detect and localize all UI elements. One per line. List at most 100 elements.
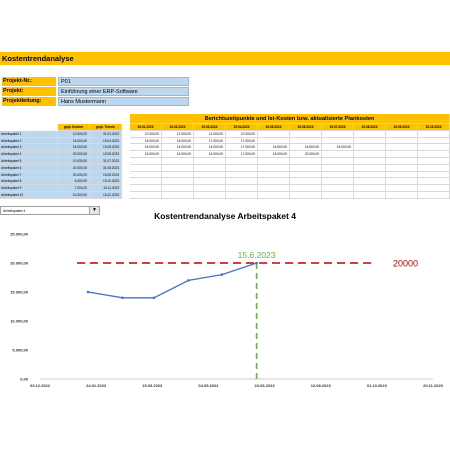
- planned-date-cell[interactable]: 15.09.2023: [90, 171, 122, 179]
- cost-cell[interactable]: [322, 151, 354, 158]
- cost-cell[interactable]: [418, 185, 450, 192]
- cost-cell[interactable]: [418, 171, 450, 179]
- cost-cell[interactable]: 14.000,00: [162, 144, 194, 152]
- info-value[interactable]: P01: [58, 77, 189, 86]
- planned-date-cell[interactable]: 31.01.2023: [90, 130, 122, 138]
- cost-cell[interactable]: [130, 178, 162, 186]
- cost-cell[interactable]: 15.000,00: [130, 151, 162, 158]
- cost-cell[interactable]: [130, 192, 162, 199]
- planned-cost-cell[interactable]: 5.000,00: [58, 178, 90, 186]
- cost-cell[interactable]: 18.000,00: [258, 151, 290, 158]
- cost-cell[interactable]: [418, 151, 450, 158]
- cost-cell[interactable]: 15.000,00: [130, 137, 162, 145]
- cost-cell[interactable]: 14.000,00: [194, 151, 226, 158]
- cost-cell[interactable]: [130, 164, 162, 172]
- cost-cell[interactable]: [258, 137, 290, 145]
- planned-date-cell[interactable]: 15.04.2023: [90, 137, 122, 145]
- cost-cell[interactable]: [386, 130, 418, 138]
- cost-cell[interactable]: [226, 164, 258, 172]
- cost-cell[interactable]: [386, 185, 418, 192]
- cost-cell[interactable]: [322, 185, 354, 192]
- cost-cell[interactable]: [290, 158, 322, 165]
- cost-cell[interactable]: 11.000,00: [194, 130, 226, 138]
- cost-cell[interactable]: [386, 137, 418, 145]
- cost-cell[interactable]: [386, 158, 418, 165]
- cost-cell[interactable]: [194, 185, 226, 192]
- cost-cell[interactable]: 14.000,00: [162, 151, 194, 158]
- cost-cell[interactable]: [226, 185, 258, 192]
- cost-cell[interactable]: [290, 178, 322, 186]
- cost-cell[interactable]: 15.000,00: [322, 144, 354, 152]
- planned-cost-cell[interactable]: 15.000,00: [58, 137, 90, 145]
- cost-cell[interactable]: [162, 178, 194, 186]
- planned-date-cell[interactable]: 15.12.2023: [90, 192, 122, 199]
- planned-cost-cell[interactable]: 10.000,00: [58, 130, 90, 138]
- cost-cell[interactable]: [418, 178, 450, 186]
- cost-cell[interactable]: [418, 130, 450, 138]
- planned-date-cell[interactable]: 15.10.2023: [90, 178, 122, 186]
- cost-cell[interactable]: [386, 171, 418, 179]
- cost-cell[interactable]: [258, 178, 290, 186]
- cost-cell[interactable]: [418, 158, 450, 165]
- cost-cell[interactable]: 17.000,00: [226, 137, 258, 145]
- info-value[interactable]: Hans Mustermann: [58, 97, 189, 106]
- cost-cell[interactable]: [354, 130, 386, 138]
- cost-cell[interactable]: [322, 158, 354, 165]
- cost-cell[interactable]: [130, 171, 162, 179]
- cost-cell[interactable]: [386, 144, 418, 152]
- planned-cost-cell[interactable]: 10.000,00: [58, 192, 90, 199]
- planned-cost-cell[interactable]: 20.000,00: [58, 171, 90, 179]
- info-value[interactable]: Einführung einer ERP-Software: [58, 87, 189, 96]
- cost-cell[interactable]: [226, 192, 258, 199]
- cost-cell[interactable]: 17.000,00: [226, 151, 258, 158]
- cost-cell[interactable]: [258, 158, 290, 165]
- cost-cell[interactable]: [130, 185, 162, 192]
- cost-cell[interactable]: [386, 178, 418, 186]
- cost-cell[interactable]: 16.500,00: [258, 144, 290, 152]
- planned-date-cell[interactable]: 31.08.2023: [90, 164, 122, 172]
- cost-cell[interactable]: [354, 144, 386, 152]
- cost-cell[interactable]: [290, 137, 322, 145]
- cost-cell[interactable]: [354, 137, 386, 145]
- cost-cell[interactable]: [258, 164, 290, 172]
- cost-cell[interactable]: 17.000,00: [226, 144, 258, 152]
- cost-cell[interactable]: [258, 171, 290, 179]
- cost-cell[interactable]: [290, 164, 322, 172]
- cost-cell[interactable]: [418, 137, 450, 145]
- cost-cell[interactable]: 16.000,00: [162, 137, 194, 145]
- cost-cell[interactable]: [226, 158, 258, 165]
- cost-cell[interactable]: [290, 130, 322, 138]
- cost-cell[interactable]: 10.000,00: [226, 130, 258, 138]
- cost-cell[interactable]: [354, 192, 386, 199]
- cost-cell[interactable]: [162, 185, 194, 192]
- cost-cell[interactable]: [130, 158, 162, 165]
- cost-cell[interactable]: [290, 192, 322, 199]
- cost-cell[interactable]: [258, 192, 290, 199]
- cost-cell[interactable]: 20.000,00: [290, 151, 322, 158]
- cost-cell[interactable]: [322, 164, 354, 172]
- cost-cell[interactable]: [194, 192, 226, 199]
- cost-cell[interactable]: [354, 178, 386, 186]
- cost-cell[interactable]: 16.500,00: [290, 144, 322, 152]
- planned-date-cell[interactable]: 15.06.2023: [90, 151, 122, 158]
- cost-cell[interactable]: [386, 192, 418, 199]
- cost-cell[interactable]: [354, 158, 386, 165]
- cost-cell[interactable]: 12.000,00: [162, 130, 194, 138]
- cost-cell[interactable]: [226, 178, 258, 186]
- cost-cell[interactable]: [162, 158, 194, 165]
- cost-cell[interactable]: [290, 185, 322, 192]
- cost-cell[interactable]: [354, 185, 386, 192]
- cost-cell[interactable]: [354, 164, 386, 172]
- planned-date-cell[interactable]: 31.07.2023: [90, 158, 122, 165]
- cost-cell[interactable]: [418, 144, 450, 152]
- cost-cell[interactable]: [322, 192, 354, 199]
- cost-cell[interactable]: [194, 178, 226, 186]
- planned-cost-cell[interactable]: 10.000,00: [58, 158, 90, 165]
- cost-cell[interactable]: [194, 171, 226, 179]
- cost-cell[interactable]: [322, 137, 354, 145]
- cost-cell[interactable]: [226, 171, 258, 179]
- cost-cell[interactable]: 17.000,00: [194, 137, 226, 145]
- cost-cell[interactable]: [258, 130, 290, 138]
- cost-cell[interactable]: 15.000,00: [130, 144, 162, 152]
- cost-cell[interactable]: [322, 130, 354, 138]
